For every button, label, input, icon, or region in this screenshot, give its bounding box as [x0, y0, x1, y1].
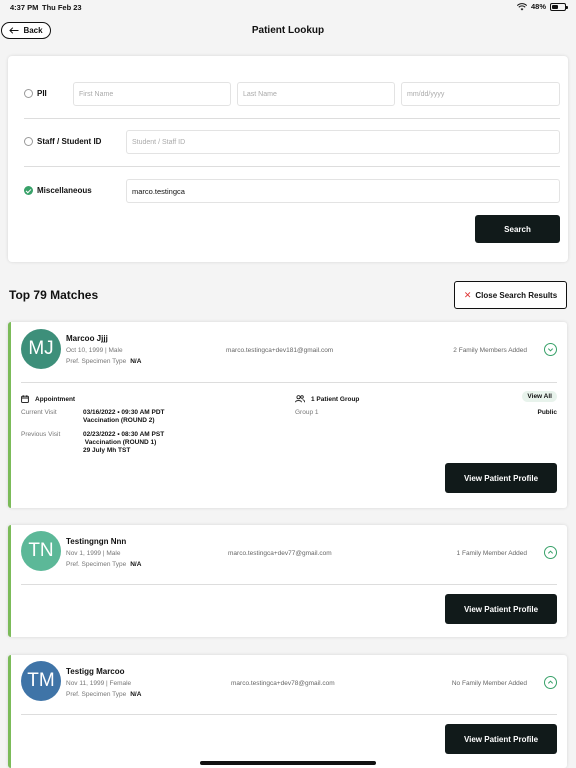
users-icon — [295, 395, 305, 403]
chevron-up-icon[interactable] — [544, 676, 557, 689]
status-bar: 4:37 PM Thu Feb 23 48% — [0, 0, 576, 16]
appointment-heading: Appointment — [21, 395, 75, 403]
patient-dob-gender: Nov 11, 1999 | Female — [66, 680, 132, 687]
misc-label: Miscellaneous — [37, 186, 92, 195]
divider — [24, 166, 560, 167]
current-visit-type: Vaccination (ROUND 2) — [83, 417, 155, 424]
patient-email: marco.testingca+dev78@gmail.com — [231, 680, 335, 687]
close-icon: ✕ — [463, 289, 472, 300]
page-title: Patient Lookup — [251, 25, 325, 36]
battery-icon — [550, 2, 568, 11]
patient-name: Testingngn Nnn — [66, 537, 127, 546]
misc-option[interactable]: Miscellaneous — [24, 186, 92, 195]
specimen-value: N/A — [130, 358, 142, 365]
current-visit-datetime: 03/16/2022 • 09:30 AM PDT — [83, 409, 165, 416]
search-row-misc: Miscellaneous marco.testingca — [24, 179, 560, 205]
patient-group-heading: 1 Patient Group — [295, 395, 359, 403]
view-patient-profile-button[interactable]: View Patient Profile — [445, 594, 557, 624]
chevron-down-icon[interactable] — [544, 343, 557, 356]
patient-name: Testigg Marcoo — [66, 667, 125, 676]
patient-family: 1 Family Member Added — [456, 550, 527, 557]
previous-visit-datetime: 02/23/2022 • 08:30 AM PST — [83, 431, 165, 438]
staff-id-field[interactable]: Student / Staff ID — [126, 130, 560, 154]
group-name: Group 1 — [295, 409, 319, 416]
chevron-up-icon[interactable] — [544, 546, 557, 559]
wifi-icon — [516, 2, 527, 10]
specimen-label: Pref. Specimen Type — [66, 561, 127, 568]
misc-field[interactable]: marco.testingca — [126, 179, 560, 203]
status-right: 48% — [516, 2, 568, 11]
avatar: MJ — [21, 329, 61, 369]
pii-option[interactable]: PII — [24, 89, 47, 98]
card-divider — [21, 382, 557, 383]
status-date: Thu Feb 23 — [42, 3, 82, 12]
search-card: PII First Name Last Name mm/dd/yyyy Staf… — [8, 56, 568, 262]
last-name-field[interactable]: Last Name — [237, 82, 395, 106]
battery-percent: 48% — [530, 2, 546, 11]
avatar: TM — [21, 661, 61, 701]
patient-email: marco.testingca+dev181@gmail.com — [226, 347, 334, 354]
current-visit-label: Current Visit — [21, 409, 57, 416]
group-visibility: Public — [537, 409, 557, 416]
avatar: TN — [21, 531, 61, 571]
patient-family: 2 Family Members Added — [453, 347, 527, 354]
previous-visit-label: Previous Visit — [21, 431, 61, 438]
patient-group-label: 1 Patient Group — [311, 395, 360, 403]
patient-specimen: Pref. Specimen Type N/A — [66, 691, 141, 698]
card-divider — [21, 584, 557, 585]
radio-icon — [24, 137, 33, 146]
staff-option[interactable]: Staff / Student ID — [24, 137, 101, 146]
divider — [24, 118, 560, 119]
patient-specimen: Pref. Specimen Type N/A — [66, 358, 141, 365]
view-patient-profile-button[interactable]: View Patient Profile — [445, 724, 557, 754]
specimen-label: Pref. Specimen Type — [66, 691, 127, 698]
previous-visit-location: 29 July Mh TST — [83, 447, 131, 454]
patient-dob-gender: Oct 10, 1999 | Male — [66, 347, 123, 354]
previous-visit-type: Vaccination (ROUND 1) — [83, 439, 157, 446]
staff-label: Staff / Student ID — [37, 137, 102, 146]
appointment-label: Appointment — [35, 395, 76, 403]
specimen-value: N/A — [130, 691, 142, 698]
patient-card[interactable]: TN Testingngn Nnn Nov 1, 1999 | Male Pre… — [8, 525, 567, 637]
patient-card[interactable]: TM Testigg Marcoo Nov 11, 1999 | Female … — [8, 655, 567, 768]
patient-specimen: Pref. Specimen Type N/A — [66, 561, 141, 568]
calendar-icon — [21, 395, 29, 403]
patient-card[interactable]: MJ Marcoo Jjjj Oct 10, 1999 | Male Pref.… — [8, 322, 567, 508]
pii-label: PII — [37, 89, 47, 98]
search-row-pii: PII First Name Last Name mm/dd/yyyy — [24, 82, 560, 108]
check-circle-icon — [24, 186, 33, 195]
dob-field[interactable]: mm/dd/yyyy — [401, 82, 560, 106]
first-name-field[interactable]: First Name — [73, 82, 231, 106]
home-indicator[interactable] — [200, 761, 376, 765]
patient-family: No Family Member Added — [451, 680, 527, 687]
specimen-label: Pref. Specimen Type — [66, 358, 127, 365]
close-search-results-button[interactable]: ✕ Close Search Results — [454, 281, 567, 309]
specimen-value: N/A — [130, 561, 142, 568]
search-row-staff: Staff / Student ID Student / Staff ID — [24, 130, 560, 156]
view-patient-profile-button[interactable]: View Patient Profile — [445, 463, 557, 493]
patient-email: marco.testingca+dev77@gmail.com — [228, 550, 332, 557]
patient-dob-gender: Nov 1, 1999 | Male — [66, 550, 121, 557]
status-time: 4:37 PM — [10, 3, 39, 12]
radio-icon — [24, 89, 33, 98]
view-all-button[interactable]: View All — [522, 391, 557, 402]
card-divider — [21, 714, 557, 715]
matches-title: Top 79 Matches — [9, 288, 99, 302]
search-button[interactable]: Search — [475, 215, 560, 243]
close-results-label: Close Search Results — [475, 290, 558, 300]
patient-name: Marcoo Jjjj — [66, 334, 108, 343]
